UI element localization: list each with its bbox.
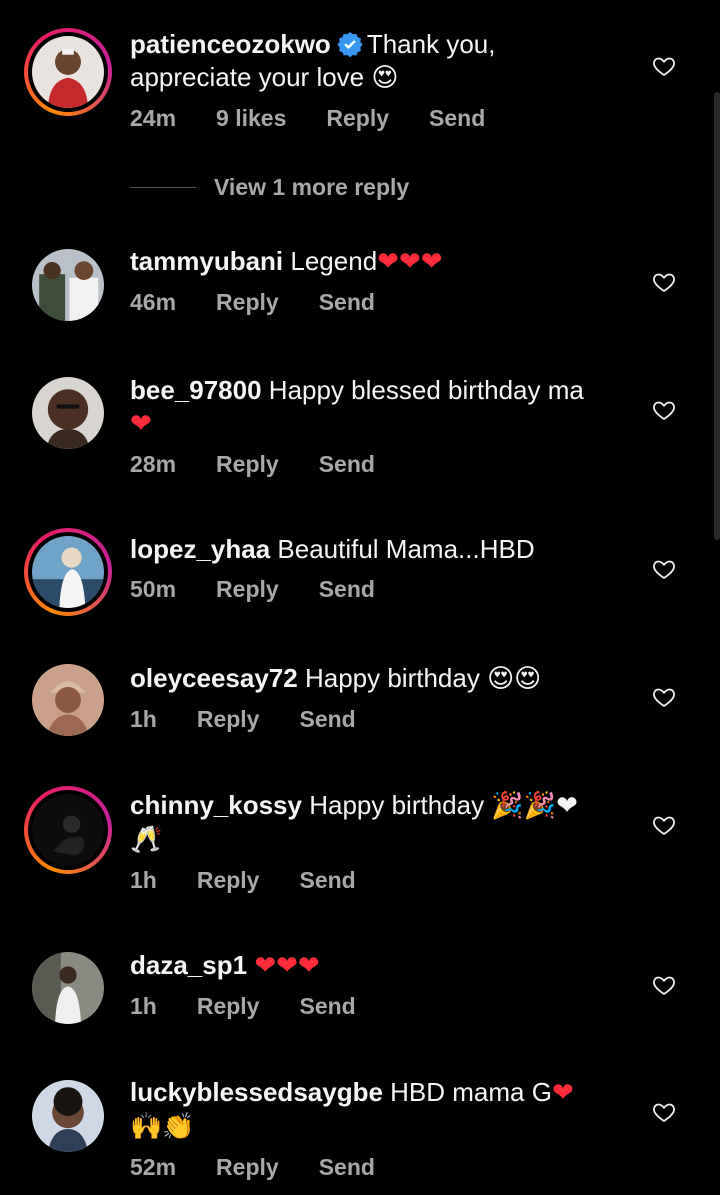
comment-emoji: ❤ [130, 409, 152, 439]
comment-time: 1h [130, 993, 157, 1019]
comment-emoji: ❤❤❤ [254, 951, 320, 981]
send-button[interactable]: Send [299, 867, 355, 894]
send-button[interactable]: Send [319, 451, 375, 478]
comment-time: 50m [130, 576, 177, 602]
comment-text-line2: appreciate your love [130, 62, 365, 92]
comment-time: 1h [130, 706, 157, 732]
comment-text: Happy blessed birthday ma [268, 375, 584, 405]
reply-button[interactable]: Reply [326, 105, 389, 132]
comment-emoji: ❤ [551, 1078, 574, 1108]
view-more-replies[interactable]: View 1 more reply [130, 174, 409, 201]
comment-username[interactable]: bee_97800 [130, 375, 262, 405]
reply-button[interactable]: Reply [216, 576, 279, 603]
heart-outline-icon[interactable] [652, 813, 676, 837]
avatar[interactable] [32, 377, 104, 449]
send-button[interactable]: Send [429, 105, 485, 132]
comment-text: HBD mama G [390, 1077, 552, 1107]
comment-time: 24m [130, 105, 177, 131]
heart-outline-icon[interactable] [652, 1100, 676, 1124]
comment-username[interactable]: tammyubani [130, 246, 283, 276]
comment-emoji-line2: 🥂 [130, 825, 163, 855]
reply-button[interactable]: Reply [216, 289, 279, 316]
avatar[interactable] [32, 664, 104, 736]
comment-emoji: ❤❤❤ [377, 247, 443, 277]
avatar[interactable] [24, 528, 112, 616]
reply-button[interactable]: Reply [216, 1154, 279, 1181]
send-button[interactable]: Send [299, 706, 355, 733]
heart-outline-icon[interactable] [652, 973, 676, 997]
reply-button[interactable]: Reply [216, 451, 279, 478]
send-button[interactable]: Send [299, 993, 355, 1020]
comment-text: Thank you, [366, 29, 496, 59]
verified-badge-icon [337, 31, 363, 58]
heart-outline-icon[interactable] [652, 398, 676, 422]
comment-text: Happy birthday [309, 790, 485, 820]
send-button[interactable]: Send [319, 576, 375, 603]
comment-emoji: 🎉🎉❤ [491, 791, 578, 821]
comment-username[interactable]: luckyblessedsaygbe [130, 1077, 383, 1107]
send-button[interactable]: Send [319, 289, 375, 316]
divider [130, 187, 196, 188]
heart-outline-icon[interactable] [652, 685, 676, 709]
scrollbar[interactable] [714, 92, 720, 540]
comment-text: Beautiful Mama...HBD [277, 534, 535, 564]
comment-time: 1h [130, 867, 157, 893]
avatar[interactable] [24, 28, 112, 116]
comment-time: 28m [130, 451, 177, 477]
comment-likes[interactable]: 9 likes [216, 105, 286, 132]
heart-outline-icon[interactable] [652, 270, 676, 294]
reply-button[interactable]: Reply [197, 706, 260, 733]
comment-username[interactable]: daza_sp1 [130, 950, 247, 980]
view-more-replies-label: View 1 more reply [214, 174, 410, 200]
comment-text: Legend [290, 246, 378, 276]
comment-emoji: 😍 [371, 63, 399, 93]
avatar[interactable] [32, 1080, 104, 1152]
comment-time: 52m [130, 1154, 177, 1180]
comment-emoji-line2: 🙌👏 [130, 1112, 195, 1142]
comment-username[interactable]: patienceozokwo [130, 29, 331, 59]
comment-username[interactable]: lopez_yhaa [130, 534, 270, 564]
comment-time: 46m [130, 289, 177, 315]
heart-outline-icon[interactable] [652, 54, 676, 78]
comment-text: Happy birthday [304, 663, 480, 693]
heart-outline-icon[interactable] [652, 557, 676, 581]
comment-emoji: 😍😍 [487, 664, 542, 694]
comment-username[interactable]: chinny_kossy [130, 790, 302, 820]
reply-button[interactable]: Reply [197, 867, 260, 894]
comment-username[interactable]: oleyceesay72 [130, 663, 298, 693]
reply-button[interactable]: Reply [197, 993, 260, 1020]
avatar[interactable] [24, 786, 112, 874]
avatar[interactable] [32, 952, 104, 1024]
send-button[interactable]: Send [319, 1154, 375, 1181]
avatar[interactable] [32, 249, 104, 321]
